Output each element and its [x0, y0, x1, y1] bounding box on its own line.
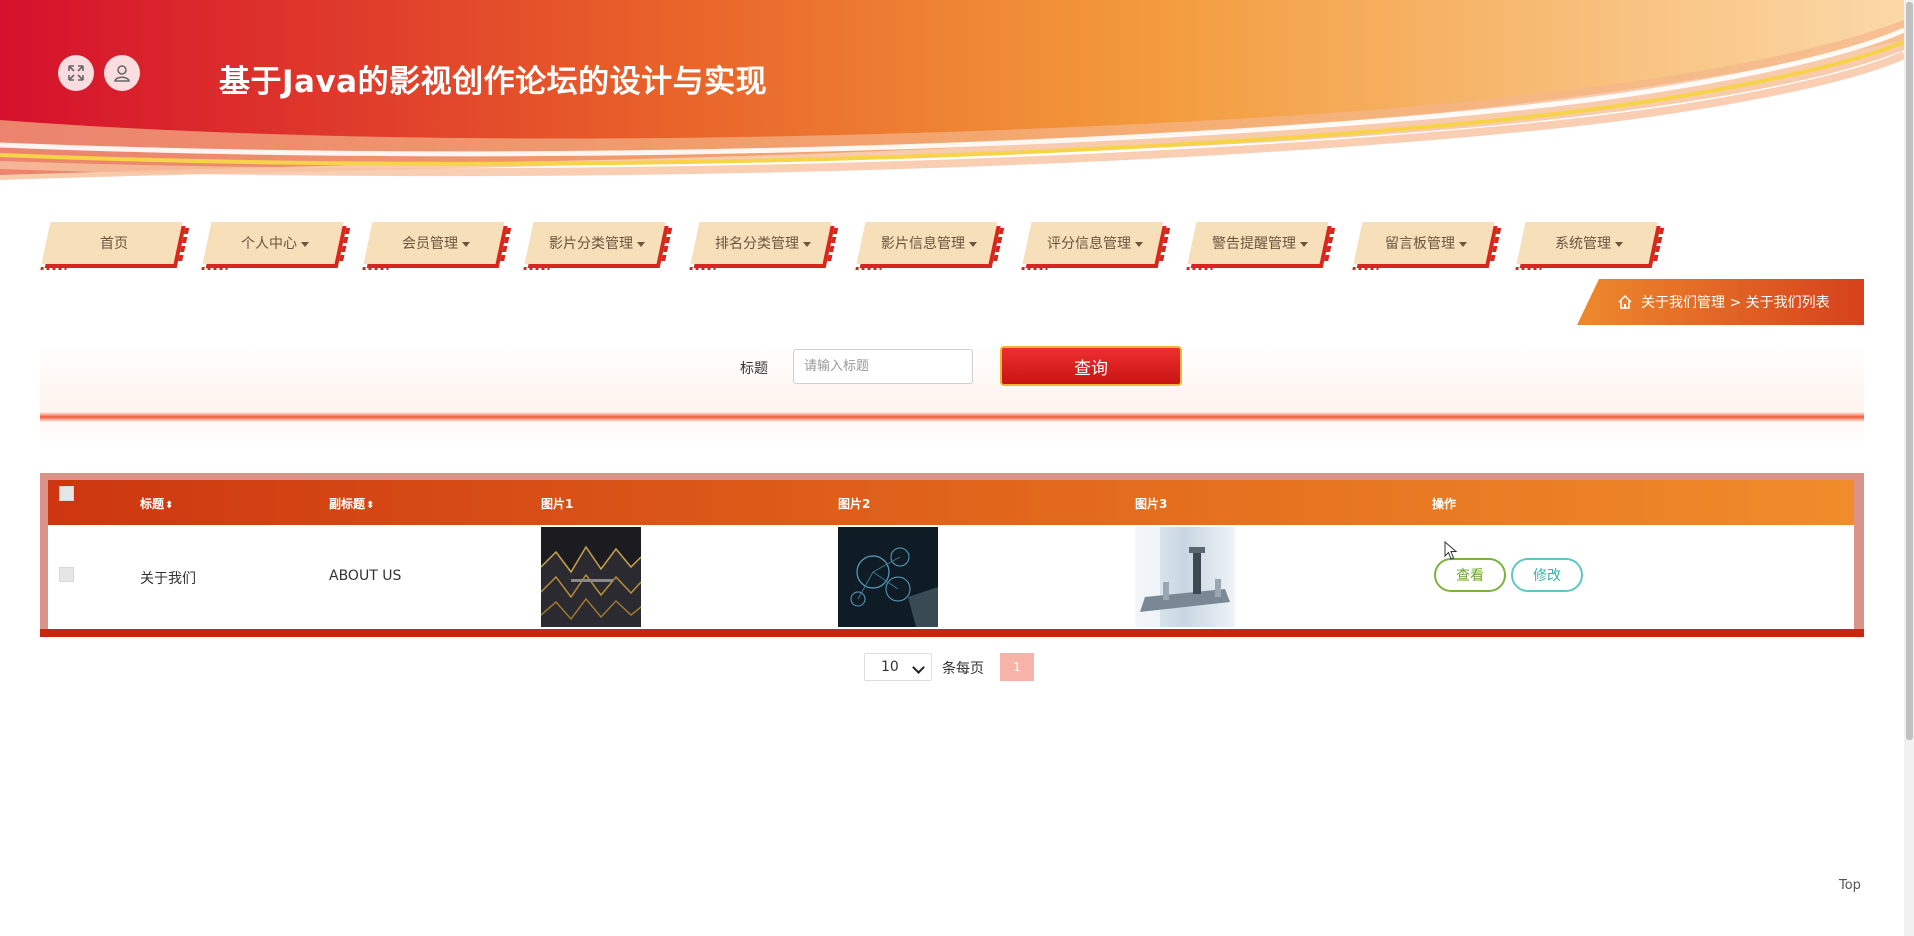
search-title-label: 标题 — [740, 361, 768, 377]
column-header-title[interactable]: 标题⬍ — [140, 495, 173, 512]
caret-down-icon — [1135, 241, 1143, 247]
fullscreen-button[interactable] — [58, 55, 94, 91]
column-header-image3: 图片3 — [1135, 497, 1168, 511]
user-icon — [114, 65, 130, 82]
home-icon[interactable] — [1617, 294, 1633, 310]
column-header-subtitle[interactable]: 副标题⬍ — [329, 495, 374, 512]
mouse-cursor-icon — [1444, 541, 1458, 560]
chevron-down-icon — [912, 661, 925, 674]
caret-down-icon — [1300, 241, 1308, 247]
image3-thumbnail[interactable] — [1135, 527, 1235, 627]
expand-icon — [68, 65, 84, 81]
cell-subtitle: ABOUT US — [329, 568, 402, 584]
cell-title: 关于我们 — [140, 571, 196, 587]
table-header: 标题⬍ 副标题⬍ 图片1 图片2 图片3 操作 — [48, 480, 1854, 525]
caret-down-icon — [1459, 241, 1467, 247]
column-header-image2: 图片2 — [838, 497, 871, 511]
nav-label: 评分信息管理 — [1047, 236, 1131, 252]
nav-label: 排名分类管理 — [715, 236, 799, 252]
nav-label: 警告提醒管理 — [1212, 236, 1296, 252]
caret-down-icon — [1615, 241, 1623, 247]
sort-icon[interactable]: ⬍ — [366, 500, 374, 511]
nav-item-message-board-management[interactable]: 留言板管理 — [1352, 220, 1500, 268]
table-body: 关于我们 ABOUT US 查看 修改 — [48, 525, 1854, 629]
row-checkbox[interactable] — [59, 567, 74, 582]
sort-icon[interactable]: ⬍ — [165, 500, 173, 511]
column-title-label: 标题 — [140, 497, 165, 511]
caret-down-icon — [301, 241, 309, 247]
nav-item-home[interactable]: 首页 — [40, 220, 188, 268]
column-subtitle-label: 副标题 — [329, 497, 366, 511]
caret-down-icon — [803, 241, 811, 247]
nav-label: 首页 — [100, 236, 128, 252]
nav-item-ranking-category-management[interactable]: 排名分类管理 — [689, 220, 837, 268]
nav-label: 留言板管理 — [1385, 236, 1455, 252]
nav-item-film-category-management[interactable]: 影片分类管理 — [523, 220, 671, 268]
breadcrumb: 关于我们管理 > 关于我们列表 — [1577, 279, 1864, 325]
page-size-value: 10 — [881, 659, 899, 675]
query-button[interactable]: 查询 — [1000, 346, 1182, 386]
select-all-checkbox[interactable] — [59, 486, 74, 501]
search-title-input[interactable] — [793, 349, 973, 384]
nav-item-personal-center[interactable]: 个人中心 — [201, 220, 349, 268]
nav-label: 个人中心 — [241, 236, 297, 252]
header-banner: 基于Java的影视创作论坛的设计与实现 — [0, 0, 1904, 200]
view-button[interactable]: 查看 — [1434, 558, 1506, 592]
nav-item-system-management[interactable]: 系统管理 — [1515, 220, 1663, 268]
edit-button[interactable]: 修改 — [1511, 558, 1583, 592]
user-button[interactable] — [104, 55, 140, 91]
nav-label: 系统管理 — [1555, 236, 1611, 252]
per-page-label: 条每页 — [942, 661, 984, 677]
column-header-image1: 图片1 — [541, 497, 574, 511]
caret-down-icon — [969, 241, 977, 247]
nav-label: 会员管理 — [402, 236, 458, 252]
scrollbar-thumb[interactable] — [1906, 2, 1913, 740]
breadcrumb-text: 关于我们管理 > 关于我们列表 — [1641, 295, 1830, 311]
page-size-select[interactable]: 10 — [864, 653, 932, 681]
nav-item-member-management[interactable]: 会员管理 — [362, 220, 510, 268]
nav-item-rating-info-management[interactable]: 评分信息管理 — [1021, 220, 1169, 268]
nav-label: 影片信息管理 — [881, 236, 965, 252]
back-to-top-link[interactable]: Top — [1839, 878, 1861, 893]
nav-item-film-info-management[interactable]: 影片信息管理 — [855, 220, 1003, 268]
image2-thumbnail[interactable] — [838, 527, 938, 627]
nav-label: 影片分类管理 — [549, 236, 633, 252]
page-number-button[interactable]: 1 — [1000, 653, 1034, 681]
search-divider — [40, 412, 1864, 422]
column-header-actions: 操作 — [1432, 497, 1457, 511]
nav-item-warning-reminder-management[interactable]: 警告提醒管理 — [1186, 220, 1334, 268]
app-title: 基于Java的影视创作论坛的设计与实现 — [219, 64, 768, 100]
caret-down-icon — [637, 241, 645, 247]
image1-thumbnail[interactable] — [541, 527, 641, 627]
vertical-scrollbar[interactable] — [1904, 0, 1914, 936]
caret-down-icon — [462, 241, 470, 247]
